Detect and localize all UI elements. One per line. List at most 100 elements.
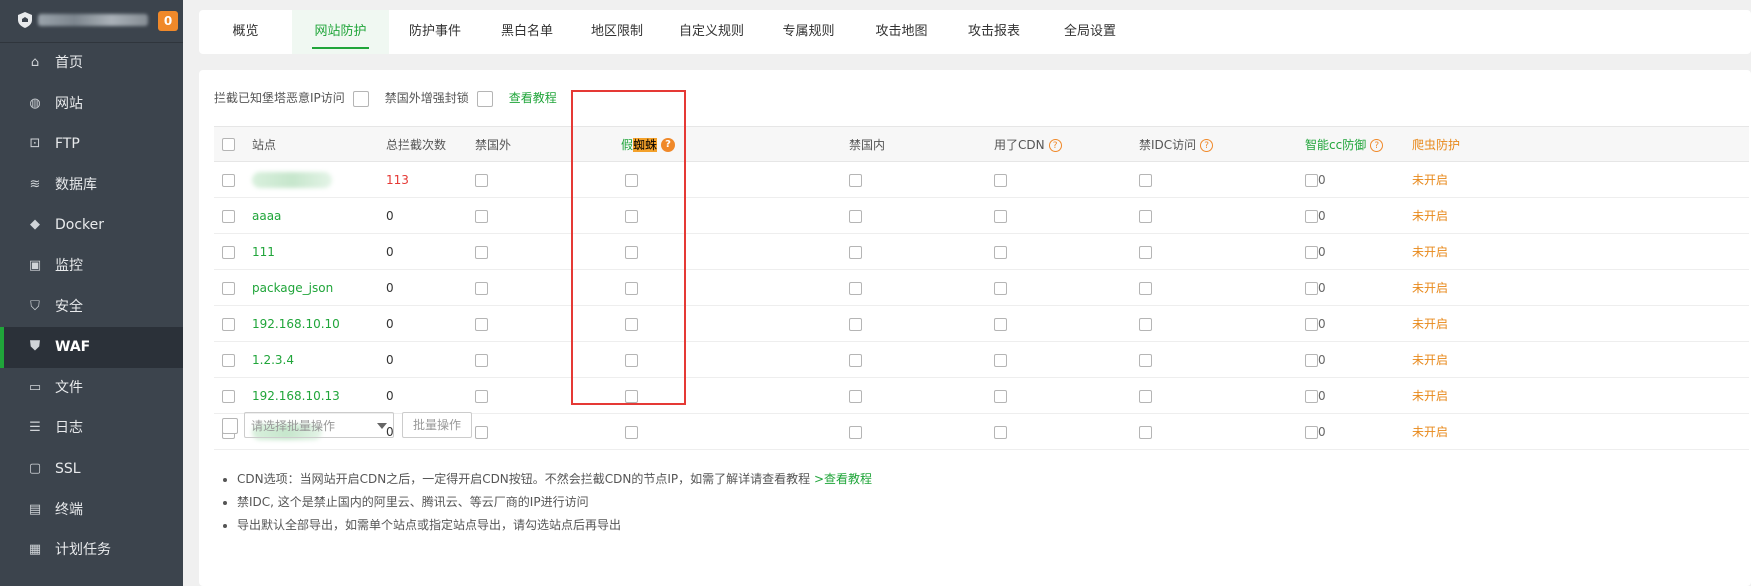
crawler-status[interactable]: 未开启 (1412, 317, 1448, 331)
idc-checkbox[interactable] (1139, 353, 1152, 367)
ban-foreign-checkbox[interactable] (475, 353, 488, 367)
batch-operation-button[interactable]: 批量操作 (402, 412, 472, 438)
help-icon[interactable]: ? (1048, 138, 1062, 152)
tab-8[interactable]: 攻击报表 (948, 10, 1040, 54)
cc-label[interactable]: 智能cc防御 (1305, 138, 1366, 152)
tab-2[interactable]: 防护事件 (389, 10, 481, 54)
batch-operation-select[interactable]: 请选择批量操作 (244, 412, 394, 438)
fake-spider-checkbox[interactable] (625, 425, 638, 439)
ban-foreign-checkbox[interactable] (475, 245, 488, 259)
tab-0[interactable]: 概览 (199, 10, 292, 54)
cdn-checkbox[interactable] (994, 317, 1007, 331)
cc-checkbox[interactable] (1305, 353, 1318, 367)
ban-domestic-checkbox[interactable] (849, 425, 862, 439)
cdn-checkbox[interactable] (994, 245, 1007, 259)
site-name-blurred[interactable] (252, 171, 332, 188)
sidebar-item-2[interactable]: ⊡ FTP (0, 124, 183, 165)
help-icon[interactable]: ? (1200, 138, 1214, 152)
cdn-checkbox[interactable] (994, 425, 1007, 439)
cdn-checkbox[interactable] (994, 209, 1007, 223)
cc-checkbox[interactable] (1305, 245, 1318, 259)
batch-select-all-checkbox[interactable] (222, 418, 238, 434)
ban-domestic-checkbox[interactable] (849, 209, 862, 223)
cdn-checkbox[interactable] (994, 389, 1007, 403)
ban-domestic-checkbox[interactable] (849, 389, 862, 403)
idc-checkbox[interactable] (1139, 173, 1152, 187)
sidebar-item-10[interactable]: ▢ SSL (0, 449, 183, 490)
ban-foreign-checkbox[interactable] (475, 173, 488, 187)
notification-badge[interactable]: 0 (158, 11, 178, 31)
ban-foreign-enhanced-checkbox[interactable] (476, 90, 493, 107)
site-name-link[interactable]: 192.168.10.13 (252, 389, 340, 403)
ban-foreign-checkbox[interactable] (475, 281, 488, 295)
sidebar-item-0[interactable]: ⌂ 首页 (0, 43, 183, 84)
tab-3[interactable]: 黑白名单 (481, 10, 573, 54)
cc-checkbox[interactable] (1305, 317, 1318, 331)
sidebar-item-8[interactable]: ▭ 文件 (0, 368, 183, 409)
crawler-status[interactable]: 未开启 (1412, 425, 1448, 439)
cc-checkbox[interactable] (1305, 209, 1318, 223)
tab-7[interactable]: 攻击地图 (855, 10, 948, 54)
site-name-link[interactable]: aaaa (252, 209, 281, 223)
cdn-checkbox[interactable] (994, 173, 1007, 187)
site-name-link[interactable]: 1.2.3.4 (252, 353, 294, 367)
ban-foreign-checkbox[interactable] (475, 317, 488, 331)
tab-6[interactable]: 专属规则 (762, 10, 855, 54)
ban-domestic-checkbox[interactable] (849, 245, 862, 259)
site-name-link[interactable]: package_json (252, 281, 333, 295)
row-checkbox[interactable] (222, 281, 235, 295)
ban-domestic-checkbox[interactable] (849, 173, 862, 187)
crawler-status[interactable]: 未开启 (1412, 209, 1448, 223)
idc-checkbox[interactable] (1139, 425, 1152, 439)
idc-checkbox[interactable] (1139, 209, 1152, 223)
help-icon[interactable]: ? (1370, 138, 1384, 152)
ban-domestic-checkbox[interactable] (849, 353, 862, 367)
ban-domestic-checkbox[interactable] (849, 317, 862, 331)
row-checkbox[interactable] (222, 389, 235, 403)
cdn-checkbox[interactable] (994, 281, 1007, 295)
cc-checkbox[interactable] (1305, 281, 1318, 295)
tutorial-link[interactable]: 查看教程 (509, 91, 557, 105)
row-checkbox[interactable] (222, 245, 235, 259)
crawler-status[interactable]: 未开启 (1412, 245, 1448, 259)
idc-checkbox[interactable] (1139, 245, 1152, 259)
idc-checkbox[interactable] (1139, 389, 1152, 403)
tab-9[interactable]: 全局设置 (1040, 10, 1140, 54)
sidebar-item-5[interactable]: ▣ 监控 (0, 246, 183, 287)
select-all-checkbox[interactable] (222, 138, 235, 151)
ban-domestic-checkbox[interactable] (849, 281, 862, 295)
note-tutorial-link[interactable]: >查看教程 (814, 472, 872, 486)
row-checkbox[interactable] (222, 317, 235, 331)
ban-foreign-checkbox[interactable] (475, 389, 488, 403)
cc-checkbox[interactable] (1305, 425, 1318, 439)
crawler-status[interactable]: 未开启 (1412, 353, 1448, 367)
sidebar-item-12[interactable]: ▦ 计划任务 (0, 530, 183, 571)
crawler-status[interactable]: 未开启 (1412, 281, 1448, 295)
tab-1[interactable]: 网站防护 (292, 10, 389, 54)
ban-foreign-checkbox[interactable] (475, 209, 488, 223)
row-checkbox[interactable] (222, 353, 235, 367)
tab-4[interactable]: 地区限制 (573, 10, 661, 54)
idc-checkbox[interactable] (1139, 317, 1152, 331)
site-name-link[interactable]: 111 (252, 245, 275, 259)
sidebar-item-7[interactable]: ⛊ WAF (0, 327, 183, 368)
site-name-link[interactable]: 192.168.10.10 (252, 317, 340, 331)
row-checkbox[interactable] (222, 209, 235, 223)
crawler-status[interactable]: 未开启 (1412, 173, 1448, 187)
sidebar-item-11[interactable]: ▤ 终端 (0, 490, 183, 531)
sidebar-item-9[interactable]: ☰ 日志 (0, 408, 183, 449)
tab-5[interactable]: 自定义规则 (661, 10, 762, 54)
sidebar-item-4[interactable]: ◆ Docker (0, 205, 183, 246)
cc-checkbox[interactable] (1305, 389, 1318, 403)
sidebar-item-1[interactable]: ◍ 网站 (0, 84, 183, 125)
crawler-status[interactable]: 未开启 (1412, 389, 1448, 403)
sidebar-item-3[interactable]: ≋ 数据库 (0, 165, 183, 206)
block-malicious-ip-checkbox[interactable] (352, 90, 369, 107)
ban-foreign-checkbox[interactable] (475, 425, 488, 439)
crawler-label[interactable]: 爬虫防护 (1412, 138, 1460, 152)
cc-checkbox[interactable] (1305, 173, 1318, 187)
sidebar-item-6[interactable]: ⛉ 安全 (0, 287, 183, 328)
cdn-checkbox[interactable] (994, 353, 1007, 367)
row-checkbox[interactable] (222, 173, 235, 187)
idc-checkbox[interactable] (1139, 281, 1152, 295)
